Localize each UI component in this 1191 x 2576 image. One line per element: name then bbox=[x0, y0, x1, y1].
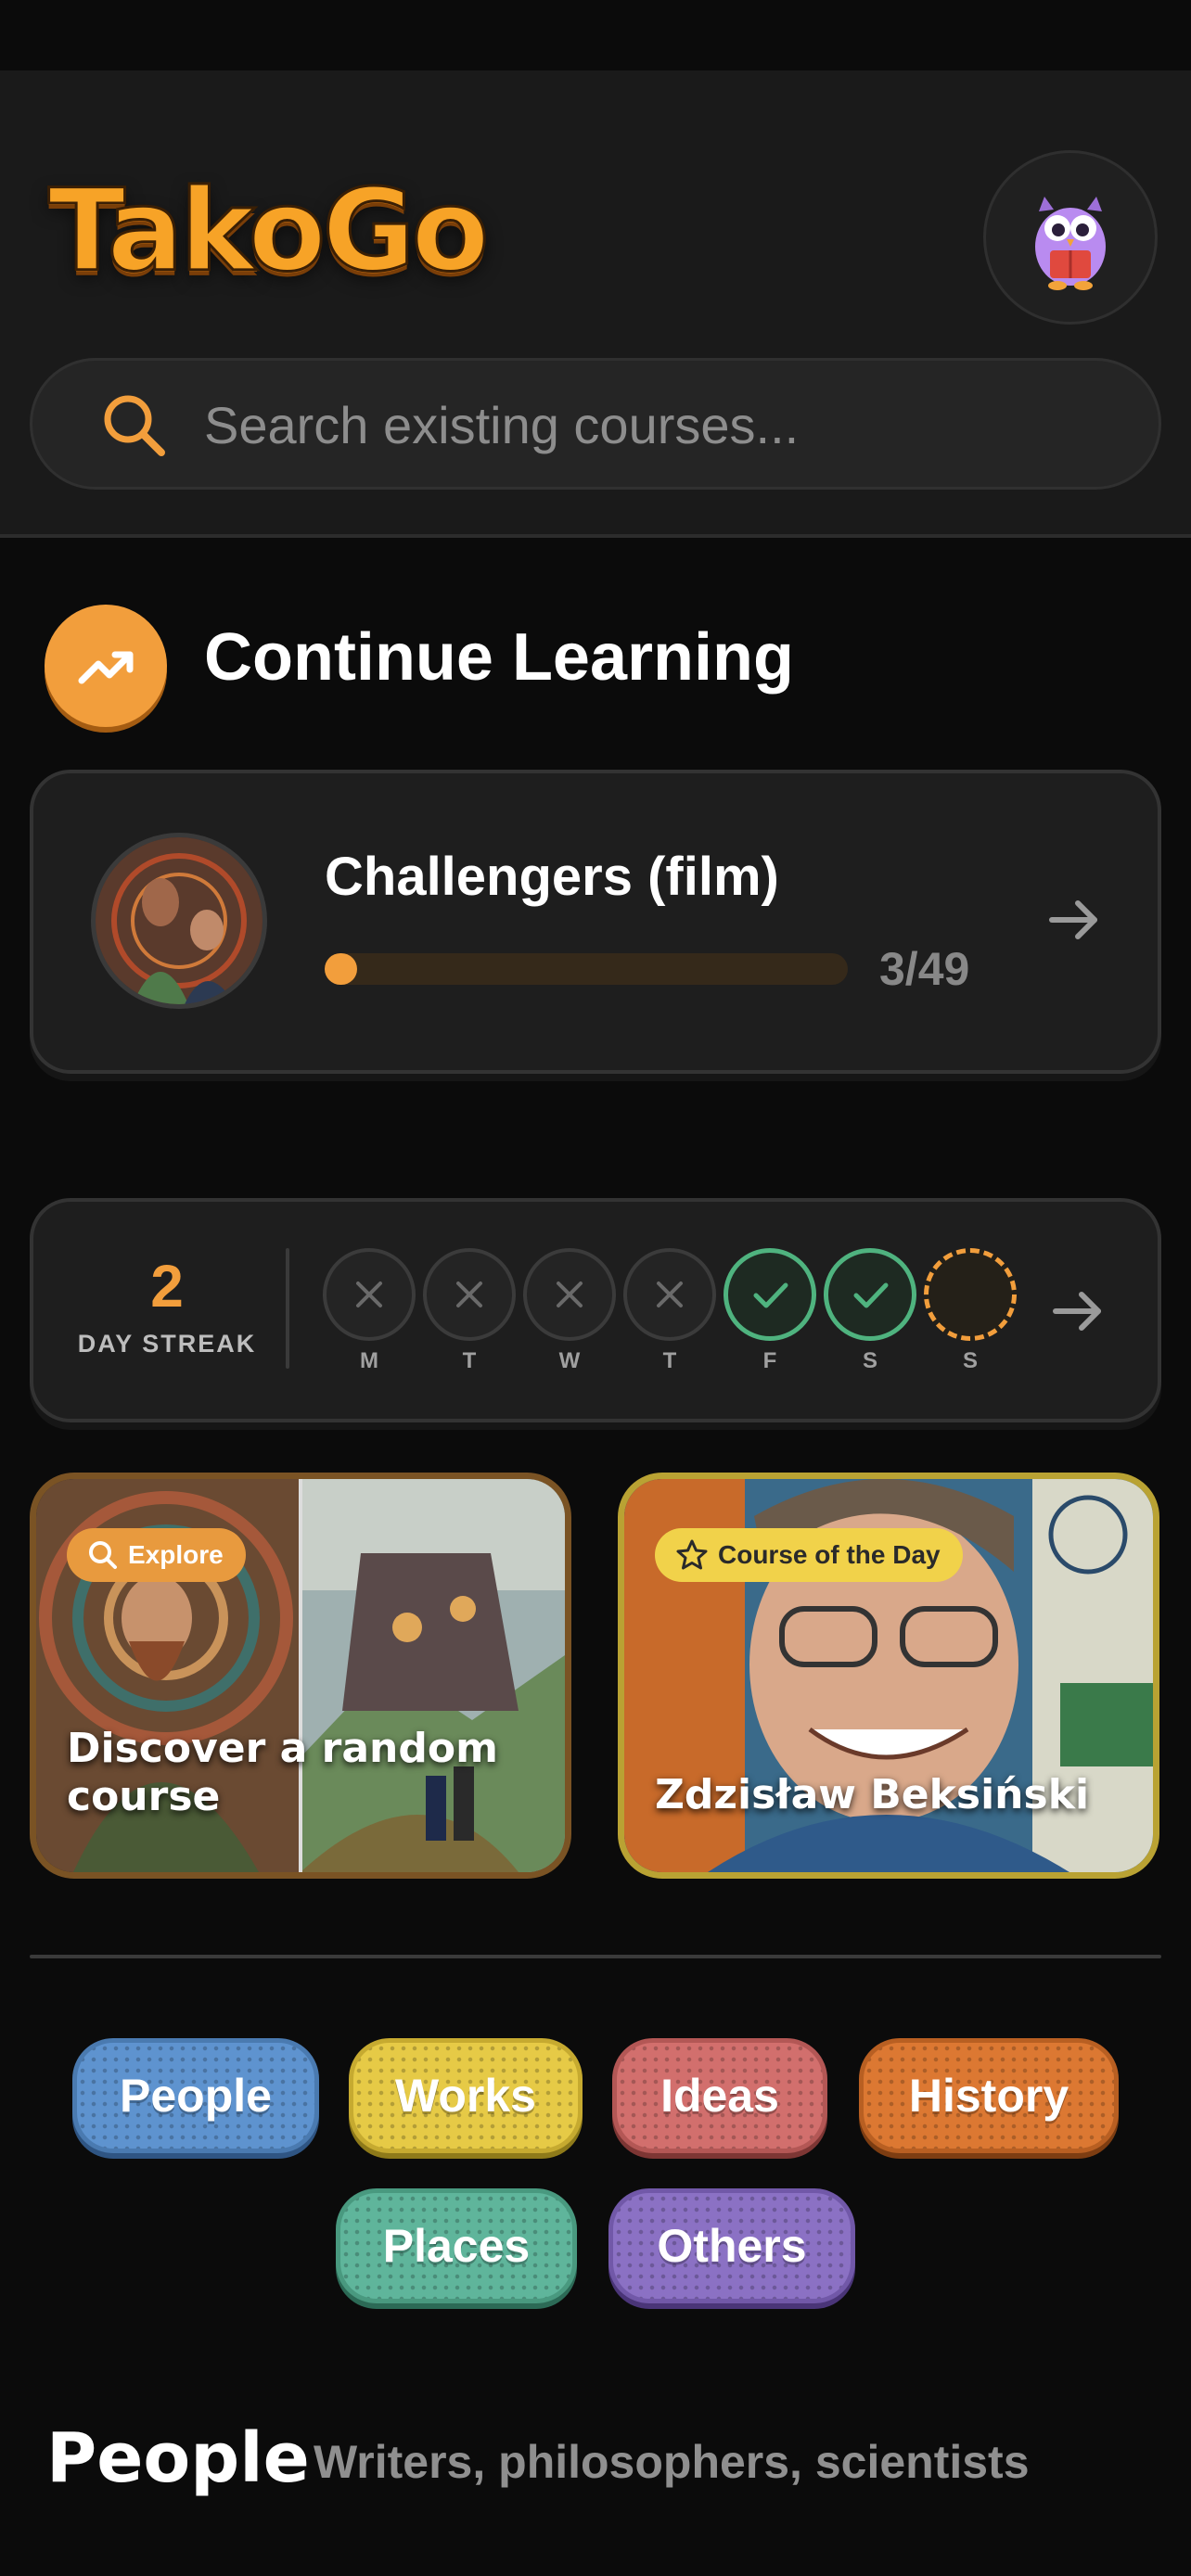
streak-day-letter: T bbox=[462, 1348, 477, 1373]
category-chip-ideas[interactable]: Ideas bbox=[612, 2038, 827, 2153]
course-title: Challengers (film) bbox=[325, 847, 779, 907]
streak-day-letter: S bbox=[962, 1348, 978, 1373]
streak-day-done bbox=[824, 1248, 916, 1341]
explore-card-title-line1: Discover a random bbox=[67, 1725, 498, 1772]
arrow-right-icon[interactable] bbox=[1041, 886, 1108, 953]
explore-card-title-line2: course bbox=[67, 1773, 221, 1820]
section-title: People bbox=[46, 2418, 310, 2498]
owl-mascot-icon bbox=[1035, 197, 1106, 290]
streak-day-done bbox=[724, 1248, 816, 1341]
continue-learning-heading: Continue Learning bbox=[204, 620, 794, 695]
course-progress-text: 3/49 bbox=[879, 943, 970, 995]
streak-day-letter: T bbox=[662, 1348, 677, 1373]
course-progress-bar bbox=[325, 953, 848, 985]
streak-day-missed bbox=[523, 1248, 616, 1341]
status-bar bbox=[0, 0, 1191, 70]
course-thumbnail bbox=[91, 833, 267, 1009]
x-icon bbox=[456, 1282, 482, 1307]
x-icon bbox=[356, 1282, 382, 1307]
x-icon bbox=[557, 1282, 583, 1307]
streak-day-letter: M bbox=[360, 1348, 378, 1373]
category-chip-places[interactable]: Places bbox=[336, 2188, 577, 2303]
streak-day-letter: S bbox=[862, 1348, 877, 1373]
explore-badge: Explore bbox=[67, 1528, 246, 1582]
explore-card-title: Discover a random course bbox=[67, 1725, 498, 1821]
app-logo[interactable]: TakoGo bbox=[46, 173, 490, 289]
streak-day-today bbox=[924, 1248, 1017, 1341]
search-icon bbox=[89, 1541, 117, 1569]
course-of-the-day-badge: Course of the Day bbox=[655, 1528, 963, 1582]
course-progress-fill bbox=[325, 953, 357, 985]
section-divider bbox=[30, 1955, 1161, 1958]
check-icon bbox=[753, 1282, 788, 1308]
arrow-right-icon[interactable] bbox=[1044, 1278, 1111, 1345]
star-icon bbox=[676, 1539, 708, 1570]
explore-badge-label: Explore bbox=[128, 1540, 224, 1569]
category-chip-others[interactable]: Others bbox=[608, 2188, 855, 2303]
streak-day-letter: W bbox=[558, 1348, 581, 1373]
category-chip-people[interactable]: People bbox=[72, 2038, 319, 2153]
streak-day-letter: F bbox=[762, 1348, 777, 1373]
section-subtitle: Writers, philosophers, scientists bbox=[314, 2436, 1030, 2488]
profile-avatar-button[interactable] bbox=[983, 150, 1158, 325]
streak-label: DAY STREAK bbox=[77, 1330, 257, 1358]
category-chip-history[interactable]: History bbox=[859, 2038, 1119, 2153]
streak-divider bbox=[286, 1248, 289, 1369]
category-chip-works[interactable]: Works bbox=[349, 2038, 583, 2153]
course-of-the-day-badge-label: Course of the Day bbox=[718, 1540, 941, 1569]
search-icon bbox=[104, 395, 165, 456]
check-icon bbox=[853, 1282, 889, 1308]
course-of-the-day-title: Zdzisław Beksiński bbox=[655, 1771, 1090, 1818]
streak-day-missed bbox=[323, 1248, 416, 1341]
search-input[interactable] bbox=[202, 386, 1096, 464]
streak-day-missed bbox=[423, 1248, 516, 1341]
trending-up-icon bbox=[45, 605, 167, 727]
streak-count: 2 bbox=[150, 1253, 184, 1320]
streak-day-missed bbox=[623, 1248, 716, 1341]
x-icon bbox=[657, 1282, 683, 1307]
